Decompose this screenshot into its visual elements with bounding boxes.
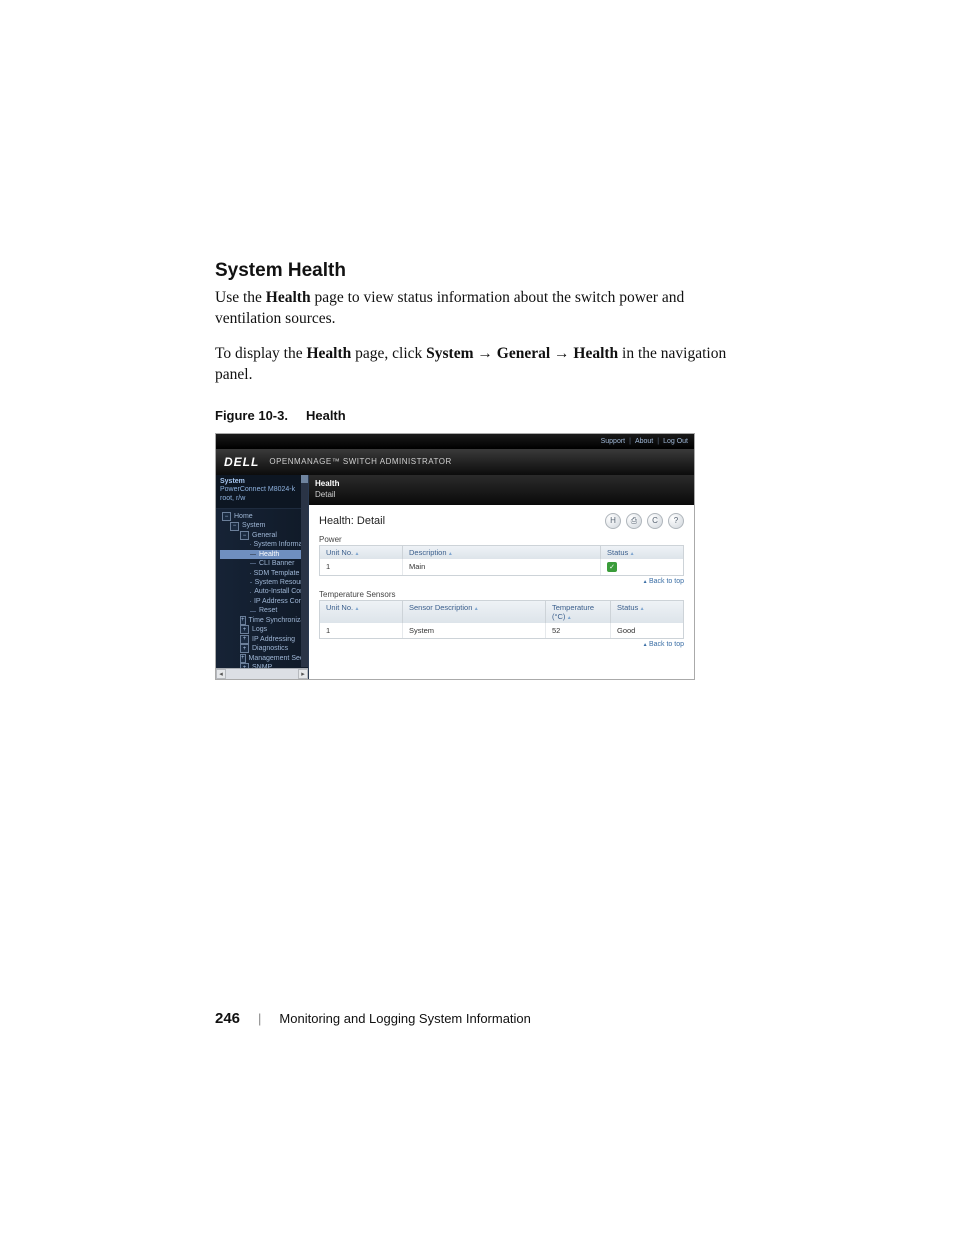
sidebar: System PowerConnect M8024-k root, r/w −H… bbox=[216, 475, 309, 679]
cell-status: Good bbox=[611, 623, 683, 638]
document-page: System Health Use the Health page to vie… bbox=[0, 0, 954, 1235]
separator: | bbox=[657, 438, 659, 445]
cell-status: ✓ bbox=[601, 559, 683, 575]
page-number: 246 bbox=[215, 1010, 240, 1027]
cell-description: Main bbox=[403, 559, 601, 575]
col-status[interactable]: Status bbox=[601, 546, 683, 559]
intro-paragraph-1: Use the Health page to view status infor… bbox=[215, 288, 744, 330]
tree-item-reset[interactable]: Reset bbox=[220, 606, 308, 615]
status-ok-icon: ✓ bbox=[607, 562, 617, 572]
temp-section-heading: Temperature Sensors bbox=[319, 590, 684, 599]
content-pane: Health Detail Health: Detail H ⎙ C ? Pow… bbox=[309, 475, 694, 679]
collapse-icon: − bbox=[240, 531, 249, 540]
power-section-heading: Power bbox=[319, 535, 684, 544]
sidebar-head-line: System bbox=[220, 478, 304, 487]
tree-item-autoinstall[interactable]: Auto-Install Conf bbox=[220, 587, 308, 596]
vertical-scrollbar[interactable] bbox=[301, 475, 308, 667]
tree-item-home[interactable]: −Home bbox=[220, 512, 308, 521]
expand-icon: + bbox=[240, 654, 246, 663]
breadcrumb-main: Health bbox=[315, 478, 688, 489]
back-to-top-link[interactable]: Back to top bbox=[319, 578, 684, 585]
back-to-top-link[interactable]: Back to top bbox=[319, 641, 684, 648]
tree-item-logs[interactable]: +Logs bbox=[220, 625, 308, 634]
section-heading: System Health bbox=[215, 260, 744, 282]
scroll-right-icon[interactable]: ▸ bbox=[298, 669, 308, 679]
top-utility-bar: Support | About | Log Out bbox=[216, 434, 694, 449]
support-link[interactable]: Support bbox=[601, 438, 626, 445]
breadcrumb-sub: Detail bbox=[315, 489, 688, 500]
collapse-icon: − bbox=[230, 522, 239, 531]
collapse-icon: − bbox=[222, 512, 231, 521]
col-description[interactable]: Description bbox=[403, 546, 601, 559]
tree-item-diagnostics[interactable]: +Diagnostics bbox=[220, 644, 308, 653]
page-title: Health: Detail bbox=[319, 515, 385, 527]
cell-unit: 1 bbox=[320, 623, 403, 638]
col-sensor-description[interactable]: Sensor Description bbox=[403, 601, 546, 623]
separator: | bbox=[629, 438, 631, 445]
cell-temperature: 52 bbox=[546, 623, 611, 638]
sidebar-header: System PowerConnect M8024-k root, r/w bbox=[216, 475, 308, 509]
footer-section-title: Monitoring and Logging System Informatio… bbox=[279, 1011, 530, 1026]
expand-icon: + bbox=[240, 635, 249, 644]
print-icon[interactable]: ⎙ bbox=[626, 513, 642, 529]
save-icon[interactable]: H bbox=[605, 513, 621, 529]
col-unit-no[interactable]: Unit No. bbox=[320, 546, 403, 559]
breadcrumb-bar: Health Detail bbox=[309, 475, 694, 505]
temperature-table: Unit No. Sensor Description Temperature … bbox=[319, 600, 684, 639]
footer-divider: | bbox=[258, 1011, 261, 1026]
tree-item-clibanner[interactable]: CLI Banner bbox=[220, 559, 308, 568]
tree-item-sysinfo[interactable]: System Informati bbox=[220, 540, 308, 549]
tree-item-sysres[interactable]: System Resourc bbox=[220, 578, 308, 587]
dell-logo: DELL bbox=[224, 455, 259, 469]
figure-caption: Figure 10-3.Health bbox=[215, 408, 744, 423]
tree-item-general[interactable]: −General bbox=[220, 531, 308, 540]
tree-item-health[interactable]: Health bbox=[220, 550, 308, 559]
refresh-icon[interactable]: C bbox=[647, 513, 663, 529]
horizontal-scrollbar[interactable]: ◂ ▸ bbox=[216, 668, 308, 679]
col-temperature[interactable]: Temperature (°C) bbox=[546, 601, 611, 623]
expand-icon: + bbox=[240, 616, 246, 625]
brand-subtitle: OPENMANAGE™ SWITCH ADMINISTRATOR bbox=[269, 457, 451, 466]
help-icon[interactable]: ? bbox=[668, 513, 684, 529]
tree-item-timesync[interactable]: +Time Synchronization bbox=[220, 616, 308, 625]
nav-tree: −Home −System −General System Informati … bbox=[216, 509, 308, 679]
page-footer: 246 | Monitoring and Logging System Info… bbox=[215, 1010, 531, 1027]
logout-link[interactable]: Log Out bbox=[663, 438, 688, 445]
intro-paragraph-2: To display the Health page, click System… bbox=[215, 344, 744, 386]
screenshot-figure: Support | About | Log Out DELL OPENMANAG… bbox=[215, 433, 695, 680]
expand-icon: + bbox=[240, 644, 249, 653]
sidebar-head-line: PowerConnect M8024-k bbox=[220, 486, 304, 495]
col-status[interactable]: Status bbox=[611, 601, 683, 623]
cell-sensor: System bbox=[403, 623, 546, 638]
table-row: 1 Main ✓ bbox=[320, 559, 683, 575]
table-row: 1 System 52 Good bbox=[320, 623, 683, 638]
expand-icon: + bbox=[240, 625, 249, 634]
brand-bar: DELL OPENMANAGE™ SWITCH ADMINISTRATOR bbox=[216, 449, 694, 475]
tree-item-sdm[interactable]: SDM Template P bbox=[220, 569, 308, 578]
scroll-left-icon[interactable]: ◂ bbox=[216, 669, 226, 679]
cell-unit: 1 bbox=[320, 559, 403, 575]
tree-item-system[interactable]: −System bbox=[220, 521, 308, 530]
toolbar-icons: H ⎙ C ? bbox=[605, 513, 684, 529]
power-table: Unit No. Description Status 1 Main ✓ bbox=[319, 545, 684, 576]
tree-item-ipaddressing[interactable]: +IP Addressing bbox=[220, 635, 308, 644]
tree-item-ipaddr[interactable]: IP Address Confi bbox=[220, 597, 308, 606]
tree-item-mgmtsec[interactable]: +Management Security bbox=[220, 654, 308, 663]
about-link[interactable]: About bbox=[635, 438, 653, 445]
sidebar-head-line: root, r/w bbox=[220, 495, 304, 504]
col-unit-no[interactable]: Unit No. bbox=[320, 601, 403, 623]
